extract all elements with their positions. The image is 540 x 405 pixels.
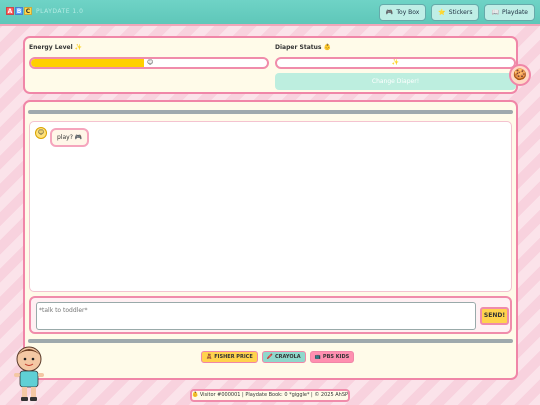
bottom-divider bbox=[28, 339, 513, 343]
cookie-icon[interactable]: 🍪 bbox=[509, 64, 531, 86]
book-icon: 📖 bbox=[491, 9, 499, 16]
nav-label: Playdate bbox=[501, 9, 528, 16]
message-bubble: play? 🎮 bbox=[50, 128, 90, 147]
logo-block-a: A bbox=[6, 7, 14, 15]
sponsor-label: FISHER PRICE bbox=[214, 354, 253, 360]
sponsor-label: PBS KIDS bbox=[322, 354, 350, 360]
logo-text: PLAYDATE 1.0 bbox=[36, 7, 84, 15]
energy-fill bbox=[31, 59, 145, 67]
logo-block-c: C bbox=[24, 7, 32, 15]
diaper-label: Diaper Status 👶 bbox=[275, 44, 332, 51]
nav-stickers-button[interactable]: ⭐ Stickers bbox=[431, 4, 480, 21]
chat-panel: 😊 play? 🎮 SEND! 🧸 FISHER PRICE 🖍️ CRAYOL… bbox=[23, 100, 518, 380]
toddler-avatar-icon: 😊 bbox=[35, 127, 47, 139]
toddler-mascot-icon[interactable] bbox=[10, 344, 48, 402]
sponsor-pbs-kids[interactable]: 📺 PBS KIDS bbox=[309, 351, 355, 363]
diaper-status-bar: ✨ bbox=[275, 57, 516, 69]
top-divider bbox=[28, 110, 513, 114]
teddy-bear-icon: 🧸 bbox=[206, 354, 213, 360]
logo-block-b: B bbox=[15, 7, 23, 15]
tv-icon: 📺 bbox=[314, 354, 321, 360]
change-diaper-button[interactable]: Change Diaper! bbox=[275, 73, 516, 90]
sponsor-crayola[interactable]: 🖍️ CRAYOLA bbox=[261, 351, 306, 363]
sponsor-fisher-price[interactable]: 🧸 FISHER PRICE bbox=[201, 351, 258, 363]
send-button[interactable]: SEND! bbox=[480, 307, 509, 325]
chat-input-area: SEND! bbox=[29, 296, 512, 334]
logo[interactable]: A B C PLAYDATE 1.0 bbox=[6, 7, 83, 15]
chat-input[interactable] bbox=[36, 302, 476, 330]
energy-bar: 😊 bbox=[29, 57, 269, 69]
nav-label: Toy Box bbox=[396, 9, 420, 16]
nav-toy-box-button[interactable]: 🎮 Toy Box bbox=[378, 4, 427, 21]
top-bar: A B C PLAYDATE 1.0 🎮 Toy Box ⭐ Stickers … bbox=[0, 0, 540, 26]
message-area[interactable]: 😊 play? 🎮 bbox=[29, 121, 512, 292]
footer: 👶 Visitor #000001 | Playdate Book: 0 *gi… bbox=[190, 389, 350, 402]
sponsor-links: 🧸 FISHER PRICE 🖍️ CRAYOLA 📺 PBS KIDS bbox=[201, 351, 355, 363]
star-icon: ⭐ bbox=[438, 9, 446, 16]
gamepad-icon: 🎮 bbox=[385, 9, 394, 16]
nav-playdate-button[interactable]: 📖 Playdate bbox=[484, 4, 535, 21]
nav-label: Stickers bbox=[448, 9, 473, 16]
crayon-icon: 🖍️ bbox=[266, 354, 273, 360]
main-nav: 🎮 Toy Box ⭐ Stickers 📖 Playdate bbox=[378, 4, 535, 21]
status-panel: Energy Level ✨ 😊 Diaper Status 👶 ✨ Chang… bbox=[23, 36, 518, 94]
smile-icon: 😊 bbox=[147, 59, 154, 66]
sponsor-label: CRAYOLA bbox=[275, 354, 301, 360]
energy-label: Energy Level ✨ bbox=[29, 44, 83, 51]
